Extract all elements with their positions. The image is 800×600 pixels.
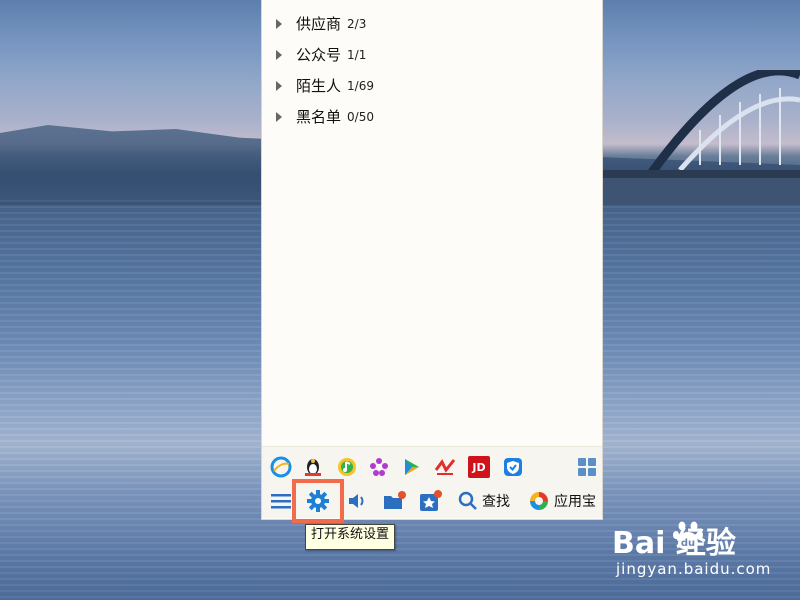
settings-highlight-box xyxy=(292,479,344,523)
group-count: 2/3 xyxy=(347,16,367,31)
paw-logo-icon: du xyxy=(673,521,703,550)
qq-music-icon[interactable] xyxy=(336,456,358,478)
security-shield-icon[interactable] xyxy=(502,456,524,478)
app-store-button[interactable]: 应用宝 xyxy=(528,489,596,513)
group-name: 陌生人 xyxy=(296,77,342,95)
group-name: 黑名单 xyxy=(296,108,342,126)
expand-arrow-icon[interactable] xyxy=(276,49,282,60)
contact-group-blacklist[interactable]: 黑名单 0/50 xyxy=(262,101,602,132)
browser-icon[interactable] xyxy=(270,456,292,478)
volume-speaker-icon[interactable] xyxy=(346,489,368,513)
app-store-label: 应用宝 xyxy=(554,494,596,510)
app-store-icon xyxy=(530,492,548,510)
wave-app-icon[interactable] xyxy=(434,456,456,478)
contact-group-official-accounts[interactable]: 公众号 1/1 xyxy=(262,39,602,70)
group-count: 1/1 xyxy=(347,47,367,62)
jd-icon[interactable]: JD xyxy=(468,456,490,478)
flower-icon[interactable] xyxy=(368,456,390,478)
settings-tooltip: 打开系统设置 xyxy=(305,524,396,550)
contact-group-strangers[interactable]: 陌生人 1/69 xyxy=(262,70,602,101)
search-button[interactable]: 查找 xyxy=(458,489,510,513)
watermark-site: jingyan.baidu.com xyxy=(616,560,772,578)
search-icon xyxy=(458,491,477,510)
penguin-game-icon[interactable] xyxy=(302,456,324,478)
wallpaper-bridge xyxy=(590,70,800,204)
svg-text:du: du xyxy=(681,538,695,549)
group-name: 供应商 xyxy=(296,15,342,33)
favorites-star-icon[interactable] xyxy=(418,489,444,513)
video-player-icon[interactable] xyxy=(400,456,422,478)
expand-arrow-icon[interactable] xyxy=(276,18,282,29)
expand-arrow-icon[interactable] xyxy=(276,111,282,122)
contact-group-suppliers[interactable]: 供应商 2/3 xyxy=(262,8,602,39)
main-menu-icon[interactable] xyxy=(270,489,292,513)
group-count: 1/69 xyxy=(347,78,374,93)
group-name: 公众号 xyxy=(296,46,342,64)
grid-apps-icon[interactable] xyxy=(576,456,598,478)
jd-icon-label: JD xyxy=(472,460,486,474)
group-count: 0/50 xyxy=(347,109,374,124)
file-folder-icon[interactable] xyxy=(382,489,408,513)
search-label: 查找 xyxy=(482,494,510,510)
baidu-jingyan-watermark: Bai 经验 du jingyan.baidu.com xyxy=(612,518,787,590)
expand-arrow-icon[interactable] xyxy=(276,80,282,91)
contacts-panel: 供应商 2/3 公众号 1/1 陌生人 1/69 黑名单 0/50 JD 查找 … xyxy=(261,0,603,520)
contact-group-list: 供应商 2/3 公众号 1/1 陌生人 1/69 黑名单 0/50 xyxy=(262,0,602,132)
